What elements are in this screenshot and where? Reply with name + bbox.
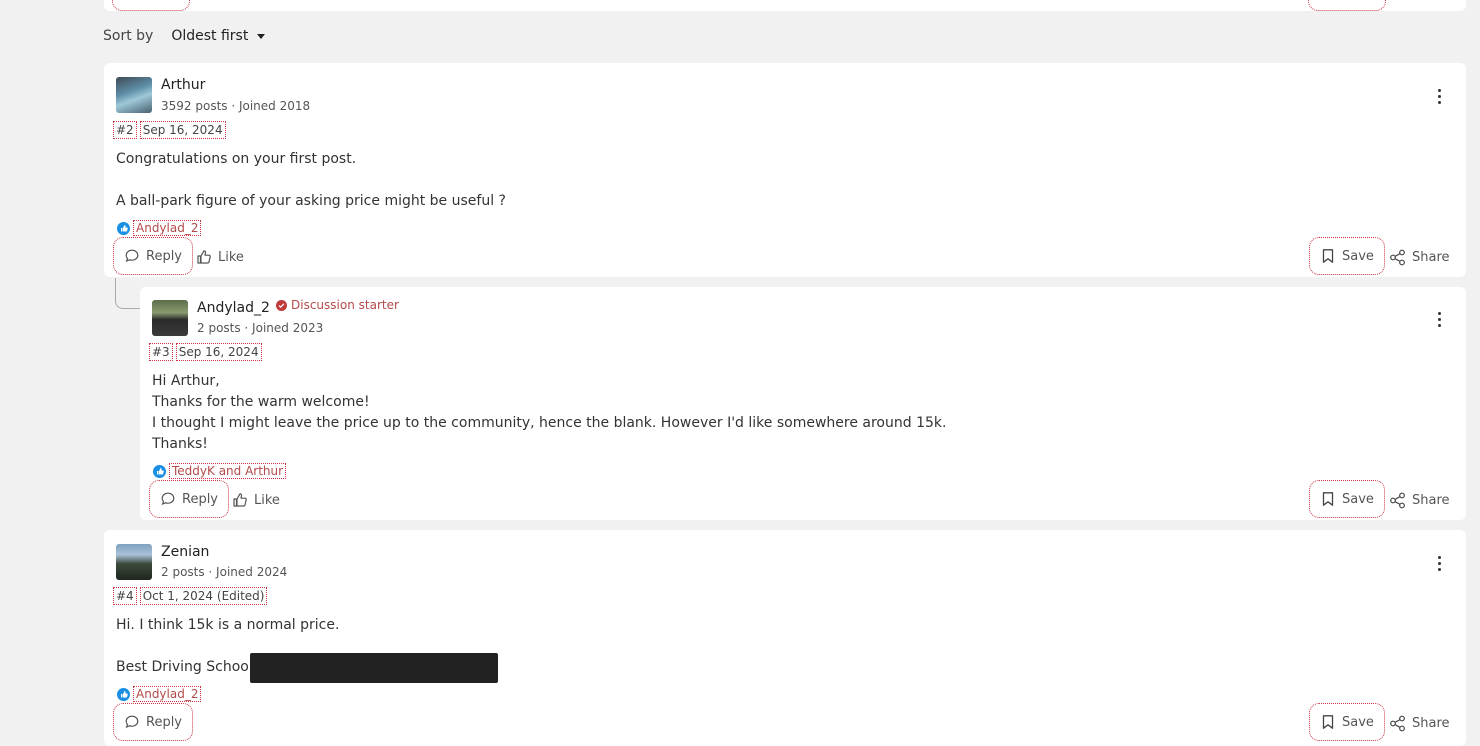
username[interactable]: Andylad_2 <box>197 300 270 316</box>
save-button[interactable]: Save <box>1309 703 1385 741</box>
post-body: Congratulations on your first post. A ba… <box>116 149 506 212</box>
reply-button[interactable]: Reply <box>149 480 230 518</box>
thumbs-up-reaction-icon <box>153 464 166 478</box>
username[interactable]: Zenian <box>161 544 209 560</box>
thumbs-up-icon <box>233 493 247 507</box>
save-label: Save <box>1342 491 1374 507</box>
share-button[interactable]: Share <box>1389 492 1450 509</box>
share-icon <box>1390 492 1405 509</box>
like-label: Like <box>254 492 280 508</box>
comment-icon <box>125 715 139 729</box>
post-number[interactable]: #3 <box>149 343 173 361</box>
reply-label: Reply <box>146 714 183 730</box>
sort-value[interactable]: Oldest first <box>171 28 248 44</box>
more-options-icon[interactable] <box>1438 556 1442 571</box>
share-icon <box>1390 715 1405 732</box>
share-icon <box>1390 249 1405 266</box>
post-line: Hi. I think 15k is a normal price. <box>116 617 340 633</box>
post-line: A ball-park figure of your asking price … <box>116 193 506 209</box>
reply-button[interactable]: Reply <box>113 237 194 275</box>
bookmark-icon <box>1322 249 1334 263</box>
user-meta: 2 posts · Joined 2023 <box>197 321 324 335</box>
save-button[interactable]: Save <box>1309 480 1385 518</box>
thumbs-up-reaction-icon <box>117 221 130 235</box>
save-label: Save <box>1342 248 1374 264</box>
thumbs-up-icon <box>197 250 211 264</box>
thumbs-up-reaction-icon <box>117 687 130 701</box>
reaction-users[interactable]: Andylad_2 <box>133 686 202 702</box>
post-line: Thanks for the warm welcome! <box>152 394 370 410</box>
bookmark-icon <box>1322 715 1334 729</box>
like-button[interactable]: Like <box>196 249 244 265</box>
post-line <box>116 170 506 191</box>
user-meta: 3592 posts · Joined 2018 <box>161 99 311 113</box>
like-button[interactable]: Like <box>232 492 280 508</box>
more-options-icon[interactable] <box>1438 89 1442 104</box>
share-label: Share <box>1412 716 1450 731</box>
share-button[interactable]: Share <box>1389 249 1450 266</box>
save-button[interactable] <box>1308 0 1386 11</box>
save-button[interactable]: Save <box>1309 237 1385 275</box>
share-button[interactable]: Share <box>1389 715 1450 732</box>
save-label: Save <box>1342 714 1374 730</box>
post-line: I thought I might leave the price up to … <box>152 415 947 431</box>
username[interactable]: Arthur <box>161 77 205 93</box>
reaction-users[interactable]: Andylad_2 <box>133 220 202 236</box>
post-line: Congratulations on your first post. <box>116 151 357 167</box>
like-label: Like <box>218 249 244 265</box>
reaction-users[interactable]: TeddyK and Arthur <box>169 463 287 479</box>
reply-button[interactable] <box>112 0 190 11</box>
check-icon <box>276 299 287 311</box>
discussion-starter-badge: Discussion starter <box>276 298 399 312</box>
caret-down-icon[interactable] <box>257 33 266 39</box>
more-options-icon[interactable] <box>1438 312 1442 327</box>
post-body: Hi Arthur, Thanks for the warm welcome! … <box>152 371 946 455</box>
reply-label: Reply <box>182 491 219 507</box>
share-label: Share <box>1412 493 1450 508</box>
redacted-link <box>250 653 498 683</box>
share-label: Share <box>1412 250 1450 265</box>
post-line: Thanks! <box>152 436 208 452</box>
comment-icon <box>161 492 175 506</box>
avatar[interactable] <box>116 77 152 113</box>
post-number[interactable]: #4 <box>113 587 137 605</box>
post-number[interactable]: #2 <box>113 121 137 139</box>
badge-label: Discussion starter <box>291 298 399 312</box>
user-meta: 2 posts · Joined 2024 <box>161 565 288 579</box>
post-date[interactable]: Sep 16, 2024 <box>175 343 262 361</box>
avatar[interactable] <box>152 300 188 336</box>
thread-connector <box>115 278 140 309</box>
comment-icon <box>125 249 139 263</box>
avatar[interactable] <box>116 544 152 580</box>
post-date[interactable]: Sep 16, 2024 <box>139 121 226 139</box>
previous-post-card <box>104 0 1466 11</box>
sort-label: Sort by <box>103 28 154 44</box>
post-date[interactable]: Oct 1, 2024 (Edited) <box>139 587 268 605</box>
bookmark-icon <box>1322 492 1334 506</box>
post-line: Hi Arthur, <box>152 373 220 389</box>
reply-label: Reply <box>146 248 183 264</box>
reply-button[interactable]: Reply <box>113 703 194 741</box>
sort-control[interactable]: Sort by Oldest first <box>103 28 266 44</box>
